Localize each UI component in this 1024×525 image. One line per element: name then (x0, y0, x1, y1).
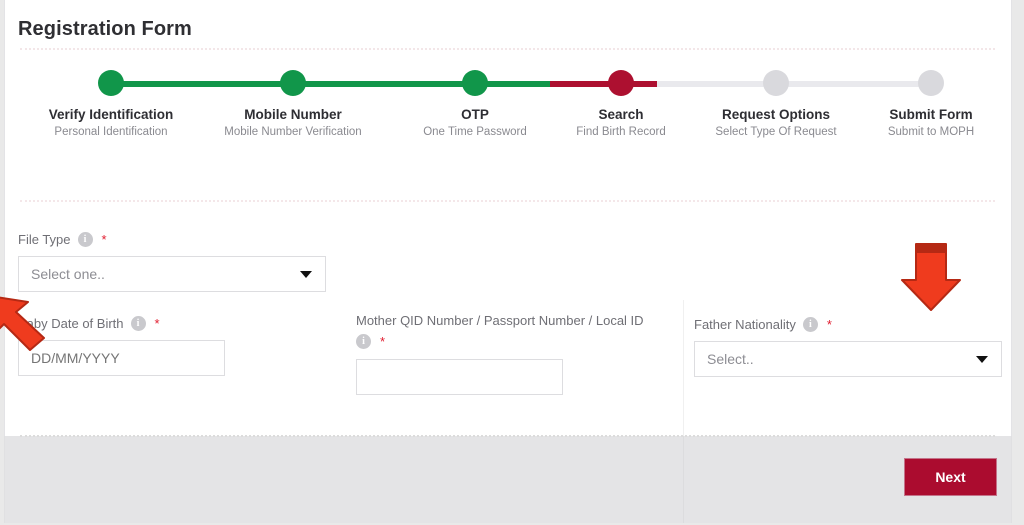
info-icon[interactable]: i (356, 334, 371, 349)
step-label-1: Verify Identification (48, 107, 174, 122)
step-dot-1 (98, 70, 124, 96)
step-sub-2: Mobile Number Verification (224, 126, 362, 138)
step-submit-form[interactable]: Submit Form Submit to MOPH (851, 60, 1011, 138)
step-label-4: Search (598, 107, 644, 122)
step-label-5: Request Options (721, 107, 830, 122)
step-request-options[interactable]: Request Options Select Type Of Request (696, 60, 856, 138)
step-mobile-number[interactable]: Mobile Number Mobile Number Verification (213, 60, 373, 138)
info-icon[interactable]: i (130, 316, 146, 331)
step-sub-6: Submit to MOPH (887, 126, 975, 138)
step-search[interactable]: Search Find Birth Record (541, 60, 701, 138)
next-button-label: Next (935, 469, 966, 485)
father-nationality-label: Father Nationality (694, 317, 796, 332)
baby-dob-label-row: Baby Date of Birth i * (18, 315, 326, 332)
mother-qid-input[interactable] (356, 359, 563, 395)
chevron-down-icon (976, 356, 988, 363)
step-sub-4: Find Birth Record (576, 126, 666, 138)
divider-bottom (20, 435, 995, 437)
file-type-selected-value: Select one.. (31, 266, 105, 282)
step-otp[interactable]: OTP One Time Password (395, 60, 555, 138)
panel-seam (683, 300, 684, 436)
step-label-2: Mobile Number (244, 107, 342, 122)
field-file-type: File Type i * Select one.. (18, 231, 326, 292)
step-verify-identification[interactable]: Verify Identification Personal Identific… (31, 60, 191, 138)
step-dot-6 (918, 70, 944, 96)
file-type-label-row: File Type i * (18, 231, 326, 248)
step-dot-2 (280, 70, 306, 96)
file-type-select[interactable]: Select one.. (18, 256, 326, 292)
file-type-label: File Type (18, 232, 71, 247)
step-sub-1: Personal Identification (54, 126, 168, 138)
field-mother-qid: Mother QID Number / Passport Number / Lo… (356, 312, 664, 395)
field-baby-date-of-birth: Baby Date of Birth i * (18, 315, 326, 376)
info-icon[interactable]: i (802, 317, 818, 332)
chevron-down-icon (300, 271, 312, 278)
info-icon[interactable]: i (77, 232, 93, 247)
step-dot-4 (608, 70, 634, 96)
divider-middle (20, 200, 995, 202)
mother-qid-label: Mother QID Number / Passport Number / Lo… (356, 313, 644, 328)
required-asterisk: * (826, 317, 832, 332)
father-nationality-select[interactable]: Select.. (694, 341, 1002, 377)
required-asterisk: * (380, 334, 386, 349)
baby-dob-label: Baby Date of Birth (18, 316, 124, 331)
progress-stepper: Verify Identification Personal Identific… (20, 60, 995, 170)
step-sub-3: One Time Password (423, 126, 527, 138)
required-asterisk: * (101, 232, 107, 247)
footer-seam (683, 436, 684, 523)
page-title: Registration Form (18, 18, 192, 40)
step-label-6: Submit Form (889, 107, 973, 122)
footer-band (4, 436, 1012, 523)
field-father-nationality: Father Nationality i * Select.. (694, 316, 1002, 377)
next-button[interactable]: Next (904, 458, 997, 496)
app-page: Registration Form Verify Identification … (0, 0, 1024, 525)
step-sub-5: Select Type Of Request (715, 126, 837, 138)
step-dot-3 (462, 70, 488, 96)
baby-dob-input[interactable] (18, 340, 225, 376)
father-nationality-selected-value: Select.. (707, 351, 754, 367)
divider-top (20, 48, 995, 50)
step-label-3: OTP (461, 107, 489, 122)
required-asterisk: * (154, 316, 160, 331)
mother-qid-meta-row: i * (356, 334, 664, 349)
father-nationality-label-row: Father Nationality i * (694, 316, 1002, 333)
step-dot-5 (763, 70, 789, 96)
